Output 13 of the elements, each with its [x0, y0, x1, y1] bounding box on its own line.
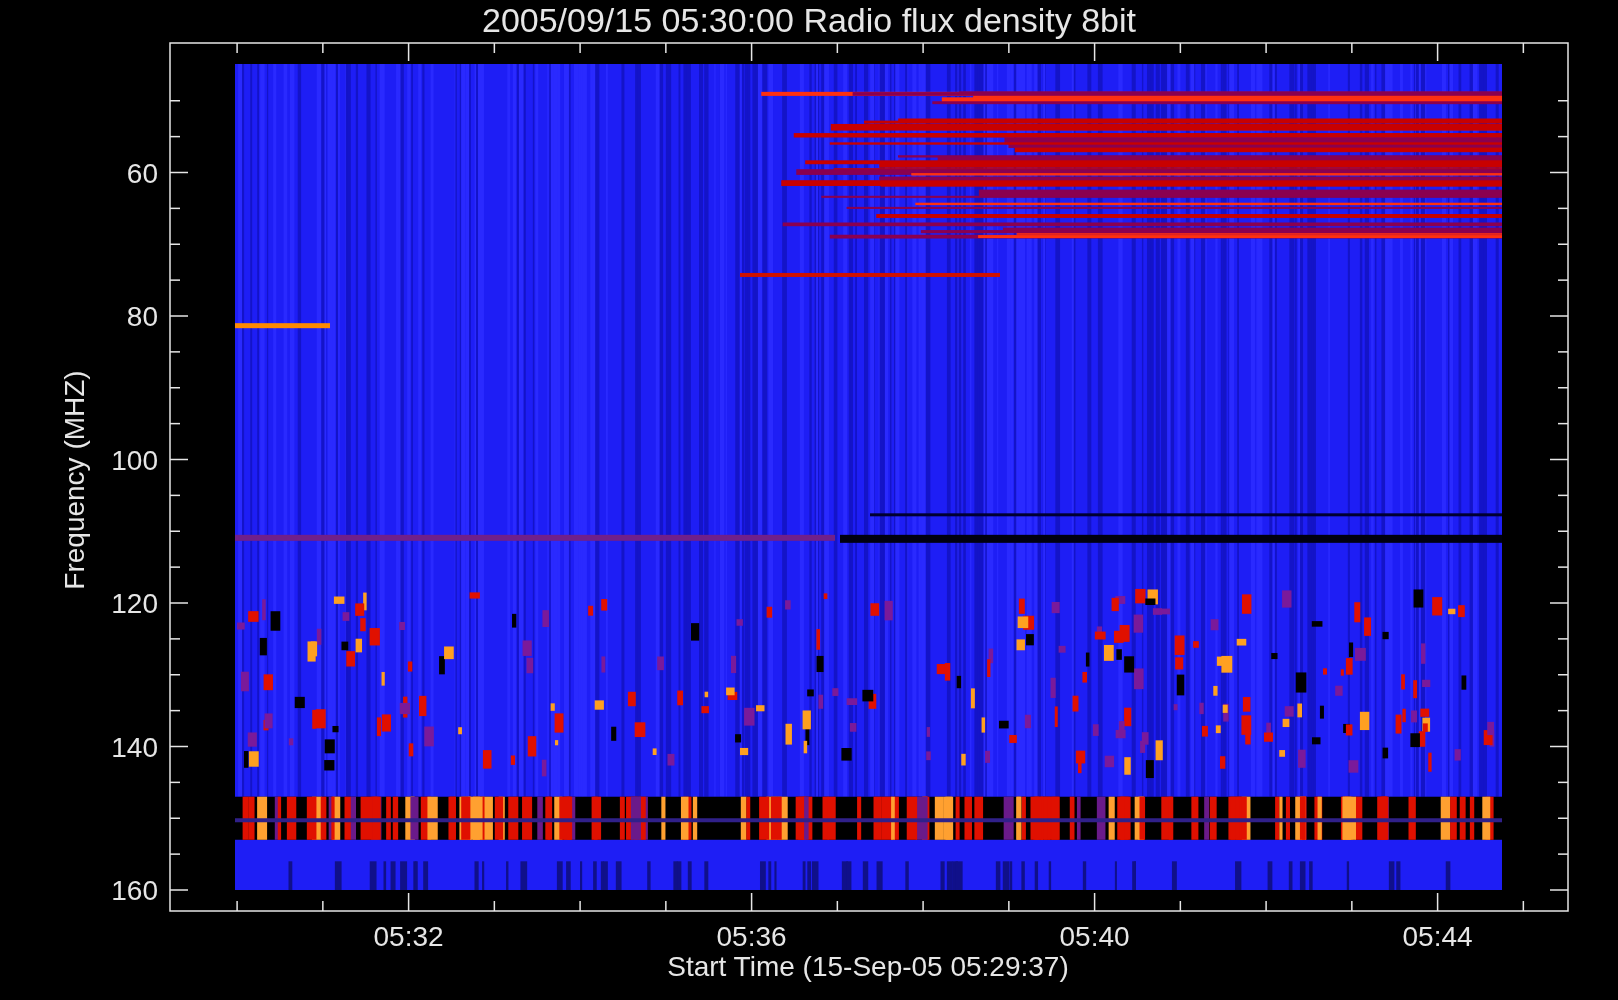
tick-label: 160 — [111, 875, 158, 906]
tick-label: 80 — [126, 301, 158, 332]
axis-label: Frequency (MHZ) — [59, 370, 90, 590]
tick-label: 05:44 — [1402, 921, 1473, 952]
tick-label: 05:36 — [716, 921, 787, 952]
tick-label: 05:32 — [373, 921, 444, 952]
tick-label: 60 — [126, 157, 158, 189]
tick-label: 120 — [111, 588, 158, 619]
axis-label: Start Time (15-Sep-05 05:29:37) — [667, 951, 1069, 982]
chart-title: 2005/09/15 05:30:00 Radio flux density 8bit — [482, 1, 1136, 39]
tick-label: 100 — [111, 444, 158, 476]
tick-label: 05:40 — [1059, 921, 1130, 952]
tick-label: 140 — [111, 731, 158, 763]
